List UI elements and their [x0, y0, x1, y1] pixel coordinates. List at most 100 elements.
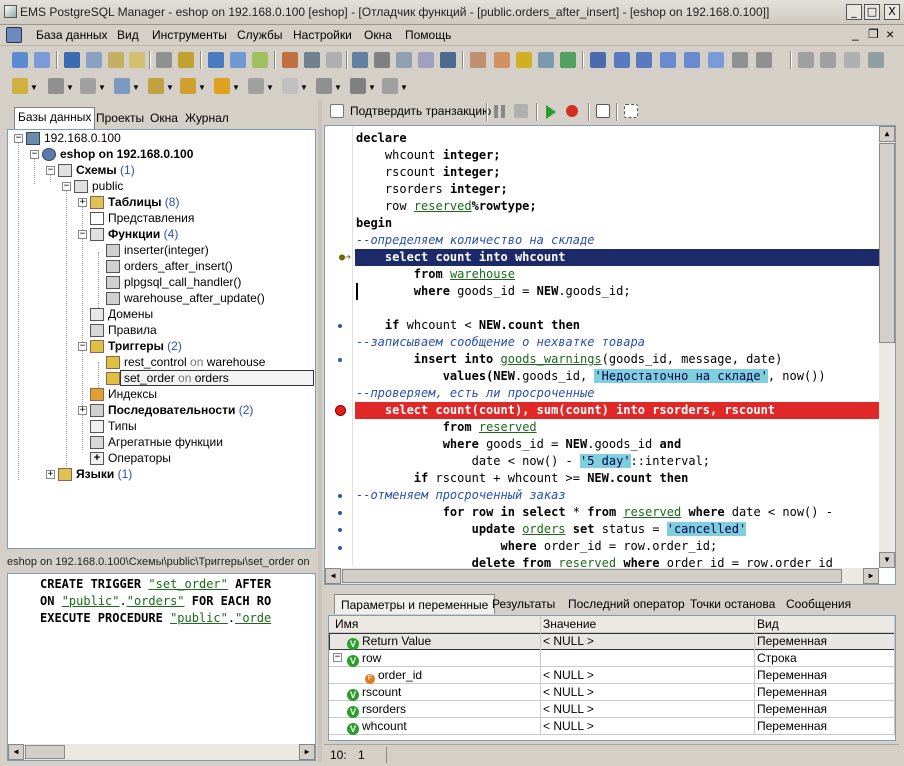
document-icon[interactable] [6, 27, 22, 43]
tab-windows[interactable]: Окна [147, 109, 181, 129]
tree-host[interactable]: 192.168.0.100 [44, 130, 121, 146]
tree-types[interactable]: Типы [108, 418, 137, 434]
tile-vertical-icon[interactable] [636, 52, 652, 68]
scroll-left-button[interactable]: ◀ [325, 568, 341, 584]
menu-settings[interactable]: Настройки [293, 28, 352, 42]
import-icon[interactable] [304, 52, 320, 68]
new-operator-icon[interactable] [350, 78, 366, 94]
mdi-close-button[interactable]: × [886, 26, 894, 42]
editor-vscroll-thumb[interactable] [879, 143, 895, 343]
menu-tools[interactable]: Инструменты [152, 28, 227, 42]
run-icon[interactable] [546, 105, 556, 119]
tree-functions[interactable]: Функции (4) [108, 226, 178, 242]
tree-function-item[interactable]: inserter(integer) [124, 242, 209, 258]
expand-db-toggle[interactable]: − [30, 150, 39, 159]
scroll-right-button[interactable]: ▶ [299, 744, 315, 760]
tree-database[interactable]: eshop on 192.168.0.100 [60, 146, 193, 162]
expand-functions-toggle[interactable]: − [78, 230, 87, 239]
tree-rules[interactable]: Правила [108, 322, 157, 338]
tree-indexes[interactable]: Индексы [108, 386, 157, 402]
tab-log[interactable]: Журнал [182, 109, 232, 129]
new-index-icon[interactable] [214, 78, 230, 94]
options-icon[interactable] [560, 52, 576, 68]
mdi-restore-button[interactable]: ❐ [868, 27, 879, 41]
new-trigger-icon[interactable] [148, 78, 164, 94]
services-icon[interactable] [440, 52, 456, 68]
ddl-scroll-thumb[interactable] [25, 745, 65, 759]
table-row[interactable]: Vrscount < NULL > Переменная [329, 684, 895, 701]
expand-tables-toggle[interactable]: + [78, 198, 87, 207]
tree-aggregates[interactable]: Агрегатные функции [108, 434, 223, 450]
minimize-all-icon[interactable] [684, 52, 700, 68]
tree-function-item[interactable]: plpgsql_call_handler() [124, 274, 241, 290]
grant-icon[interactable] [396, 52, 412, 68]
scroll-up-button[interactable]: ▲ [879, 126, 895, 142]
tab-breakpoints[interactable]: Точки останова [684, 594, 781, 614]
tree-function-item[interactable]: warehouse_after_update() [124, 290, 265, 306]
editor-hscroll-thumb[interactable] [342, 569, 842, 583]
printer-icon[interactable] [374, 52, 390, 68]
editor-gutter[interactable] [325, 126, 353, 566]
plug-icon[interactable] [156, 52, 172, 68]
paste-icon[interactable] [844, 52, 860, 68]
new-function-icon[interactable] [80, 78, 96, 94]
tab-last-statement[interactable]: Последний оператор [562, 594, 691, 614]
breakpoint-icon[interactable] [335, 405, 346, 416]
expand-sequences-toggle[interactable]: + [78, 406, 87, 415]
new-domain-icon[interactable] [114, 78, 130, 94]
table-row[interactable]: Forder_id < NULL > Переменная [329, 667, 895, 684]
commit-transaction-button[interactable]: Подтвердить транзакцию [350, 104, 491, 118]
menu-services[interactable]: Службы [237, 28, 282, 42]
back-icon[interactable] [732, 52, 748, 68]
expand-public-toggle[interactable]: − [62, 182, 71, 191]
table-row[interactable]: Vrsorders < NULL > Переменная [329, 701, 895, 718]
unregister-db-icon[interactable] [34, 52, 50, 68]
minimize-button[interactable]: _ [846, 4, 862, 20]
tree-languages[interactable]: Языки (1) [76, 466, 132, 482]
tree-public[interactable]: public [92, 178, 123, 194]
new-rule-icon[interactable] [180, 78, 196, 94]
export-icon[interactable] [282, 52, 298, 68]
tree-domains[interactable]: Домены [108, 306, 153, 322]
sql-editor-icon[interactable] [208, 52, 224, 68]
forward-icon[interactable] [756, 52, 772, 68]
arrange-icon[interactable] [660, 52, 676, 68]
step-icon[interactable] [514, 104, 528, 118]
panel-splitter[interactable] [318, 100, 322, 762]
tree-tables[interactable]: Таблицы (8) [108, 194, 179, 210]
new-table-icon[interactable] [12, 78, 28, 94]
expand-host-toggle[interactable]: − [14, 134, 23, 143]
disconnect-icon[interactable] [86, 52, 102, 68]
close-button[interactable]: X [884, 4, 900, 20]
wizard-icon[interactable] [868, 52, 884, 68]
menu-help[interactable]: Помощь [405, 28, 451, 42]
menu-database[interactable]: База данных [36, 28, 107, 42]
refresh-icon[interactable] [108, 52, 124, 68]
col-header-value[interactable]: Значение [541, 616, 755, 633]
expand-triggers-toggle[interactable]: − [78, 342, 87, 351]
print-icon[interactable] [326, 52, 342, 68]
new-language-icon[interactable] [382, 78, 398, 94]
expand-languages-toggle[interactable]: + [46, 470, 55, 479]
expand-schemas-toggle[interactable]: − [46, 166, 55, 175]
create-object-icon[interactable] [129, 52, 145, 68]
tree-function-item[interactable]: orders_after_insert() [124, 258, 233, 274]
tab-messages[interactable]: Сообщения [780, 594, 857, 614]
user-manager-icon[interactable] [470, 52, 486, 68]
close-all-icon[interactable] [708, 52, 724, 68]
backup-icon[interactable] [352, 52, 368, 68]
scroll-down-button[interactable]: ▼ [879, 552, 895, 568]
col-header-name[interactable]: Имя [329, 616, 541, 633]
menu-view[interactable]: Вид [117, 28, 139, 42]
tab-databases[interactable]: Базы данных [14, 107, 96, 129]
users-icon[interactable] [494, 52, 510, 68]
tree-schemas[interactable]: Схемы (1) [76, 162, 135, 178]
connect-icon[interactable] [64, 52, 80, 68]
table-row[interactable]: − Vrow Строка [329, 650, 895, 667]
tree-operators[interactable]: Операторы [108, 450, 171, 466]
mdi-minimize-button[interactable]: _ [852, 27, 859, 41]
new-type-icon[interactable] [282, 78, 298, 94]
copy-icon[interactable] [820, 52, 836, 68]
window-cascade-icon[interactable] [590, 52, 606, 68]
checklist-icon[interactable] [798, 52, 814, 68]
